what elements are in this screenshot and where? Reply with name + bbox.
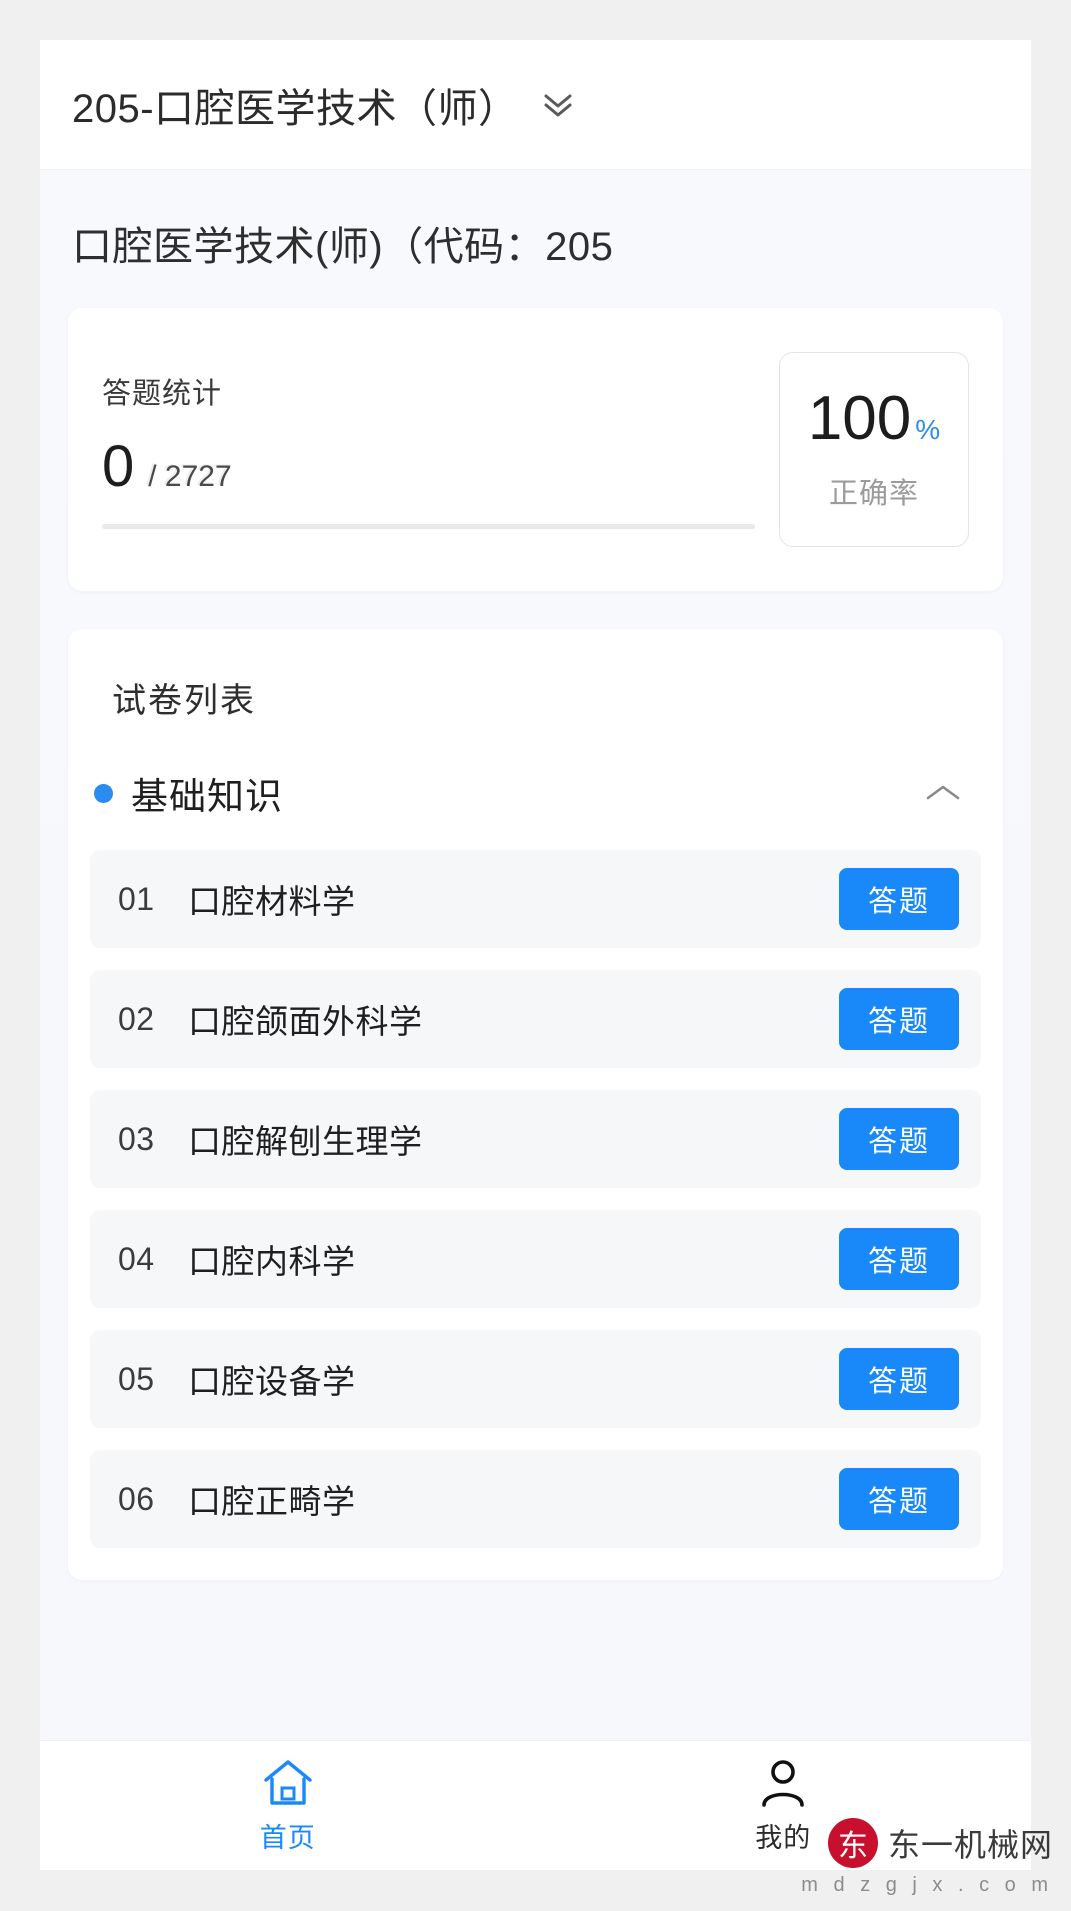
paper-list-title: 试卷列表 [112,682,256,720]
paper-name: 口腔解刨生理学 [188,1123,423,1160]
paper-index: 05 [118,1360,155,1397]
tab-profile[interactable]: 我的 [536,1741,1032,1870]
stats-answered-count: 0 [102,434,135,499]
paper-index: 06 [118,1480,155,1517]
accuracy-label: 正确率 [828,477,919,510]
category-row-basic-knowledge[interactable]: 基础知识 [68,722,1003,850]
paper-name: 口腔正畸学 [188,1483,356,1520]
tab-home[interactable]: 首页 [40,1741,536,1870]
paper-row[interactable]: 01 口腔材料学 答题 [90,850,981,948]
bottom-tab-bar: 首页 我的 [40,1740,1031,1870]
answer-button[interactable]: 答题 [839,1468,959,1530]
stats-total-count: / 2727 [148,460,232,493]
home-icon [262,1756,314,1810]
person-icon [757,1756,809,1810]
subject-subtitle: 口腔医学技术(师)（代码：205 [72,225,614,269]
accuracy-box: 100 % 正确率 [779,352,969,547]
answer-button[interactable]: 答题 [839,1348,959,1410]
category-dot-icon [94,783,113,803]
paper-list-card: 试卷列表 基础知识 01 口腔材料学 答题 02 口腔颌面外科学 答题 03 口腔解刨生理学答… [68,629,1003,1580]
page-scroll-area[interactable]: 口腔医学技术(师)（代码：205 答题统计 0 / 2727 0 / 2727 [40,170,1031,1740]
paper-index: 04 [118,1240,155,1277]
paper-index: 03 [118,1120,155,1157]
paper-row[interactable]: 05 口腔设备学 答题 [90,1330,981,1428]
watermark-url: m d z g j x . c o m [801,1874,1053,1896]
progress-bar [102,524,755,529]
paper-index: 01 [118,880,155,917]
paper-name: 口腔设备学 [188,1363,356,1400]
answer-stats: 答题统计 0 / 2727 0 / 2727 [102,370,779,529]
tab-home-label: 首页 [259,1823,316,1853]
tab-profile-label: 我的 [755,1823,812,1853]
answer-button[interactable]: 答题 [839,868,959,930]
accuracy-value: 100 [807,383,912,453]
paper-name: 口腔内科学 [188,1243,356,1280]
paper-row[interactable]: 03 口腔解刨生理学 答题 [90,1090,981,1188]
page-title: 205-口腔医学技术（师） [72,86,519,131]
chevron-up-icon[interactable] [923,781,963,805]
paper-row[interactable]: 02 口腔颌面外科学 答题 [90,970,981,1068]
answer-button[interactable]: 答题 [839,1228,959,1290]
stats-number-row: 0 / 2727 0 / 2727 [102,433,755,500]
accuracy-percent-sign: % [915,413,941,445]
paper-row[interactable]: 04 口腔内科学 答题 [90,1210,981,1308]
paper-name: 口腔颌面外科学 [188,1003,423,1040]
paper-name: 口腔材料学 [188,883,356,920]
category-label: 基础知识 [131,776,283,817]
phone-screen: 205-口腔医学技术（师） 口腔医学技术(师)（代码：205 答题统计 0 / … [40,40,1031,1870]
paper-index: 02 [118,1000,155,1037]
stats-card: 答题统计 0 / 2727 0 / 2727 100 % 正确率 [68,308,1003,591]
answer-button[interactable]: 答题 [839,1108,959,1170]
double-chevron-down-icon[interactable] [541,92,575,118]
accuracy-value-row: 100 % [807,383,941,453]
app-header: 205-口腔医学技术（师） [40,40,1031,170]
stats-label: 答题统计 [102,378,223,410]
answer-button[interactable]: 答题 [839,988,959,1050]
paper-rows: 01 口腔材料学 答题 02 口腔颌面外科学 答题 03 口腔解刨生理学 答题 04 口腔内科学 答题… [68,850,1003,1548]
paper-row[interactable]: 06 口腔正畸学 答题 [90,1450,981,1548]
